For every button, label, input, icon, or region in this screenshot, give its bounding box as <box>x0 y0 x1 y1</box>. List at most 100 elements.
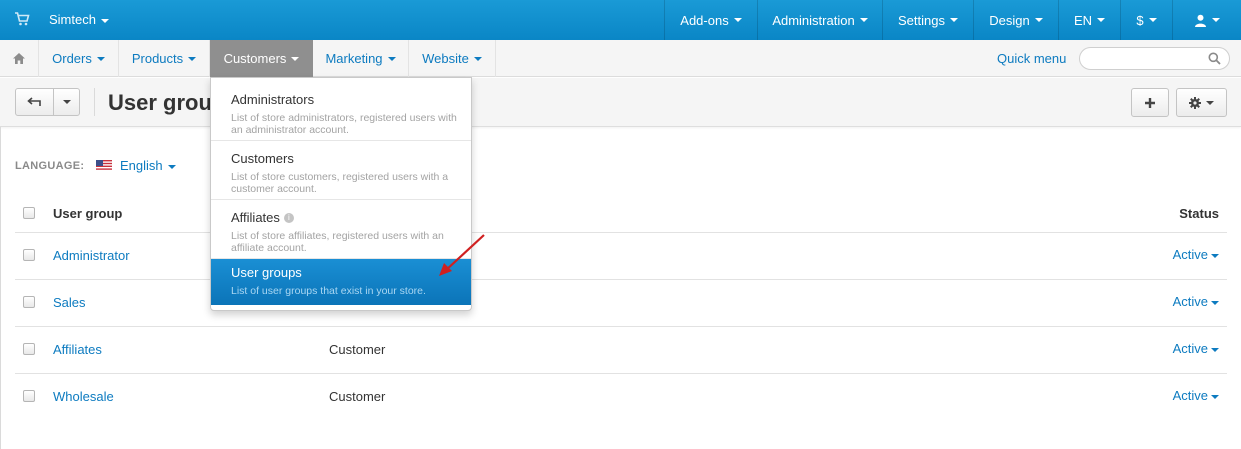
nav-customers[interactable]: Customers <box>210 40 313 77</box>
chevron-down-icon <box>1211 253 1219 258</box>
row-checkbox[interactable] <box>23 343 35 355</box>
status-dropdown[interactable]: Active <box>1173 247 1219 262</box>
search-input[interactable] <box>1090 48 1210 69</box>
status-dropdown[interactable]: Active <box>1173 294 1219 309</box>
user-group-link[interactable]: Wholesale <box>53 389 114 404</box>
topnav-addons[interactable]: Add-ons <box>664 0 757 40</box>
menu-item-description: List of store affiliates, registered use… <box>231 230 444 254</box>
chevron-down-icon <box>1211 394 1219 399</box>
language-value: English <box>120 158 163 173</box>
row-divider <box>15 373 1227 374</box>
chevron-down-icon <box>1097 18 1106 22</box>
topnav-administration-label: Administration <box>772 12 855 28</box>
chevron-down-icon <box>62 100 71 104</box>
quick-menu-link[interactable]: Quick menu <box>997 51 1066 66</box>
chevron-down-icon <box>387 56 396 61</box>
nav-marketing[interactable]: Marketing <box>313 40 409 77</box>
row-divider <box>15 326 1227 327</box>
chevron-down-icon <box>1211 300 1219 305</box>
back-arrow-icon <box>27 97 41 106</box>
us-flag-icon <box>96 160 112 171</box>
menu-item-affiliates[interactable]: Affiliates i List of store affiliates, re… <box>211 200 471 259</box>
topnav-user[interactable] <box>1172 0 1241 40</box>
status-label: Active <box>1172 294 1208 309</box>
chevron-down-icon <box>100 18 109 23</box>
select-all-checkbox[interactable] <box>23 207 35 219</box>
chevron-down-icon <box>96 56 105 61</box>
user-group-link[interactable]: Affiliates <box>53 342 102 357</box>
menu-item-description: List of store customers, registered user… <box>231 171 449 195</box>
back-button[interactable] <box>15 88 54 116</box>
customers-dropdown-menu: Administrators List of store administrat… <box>210 77 472 311</box>
status-label: Active <box>1172 247 1208 262</box>
chevron-down-icon <box>949 18 958 22</box>
nav-orders[interactable]: Orders <box>39 40 119 77</box>
topnav-settings-label: Settings <box>898 12 945 28</box>
topnav-design[interactable]: Design <box>973 0 1058 40</box>
chevron-down-icon <box>1148 18 1157 22</box>
row-checkbox[interactable] <box>23 390 35 402</box>
chevron-down-icon <box>859 18 868 22</box>
topnav-currency[interactable]: $ <box>1120 0 1172 40</box>
user-icon <box>1195 14 1206 27</box>
menu-item-description: List of user groups that exist in your s… <box>231 285 426 297</box>
menu-item-customers[interactable]: Customers List of store customers, regis… <box>211 141 471 200</box>
nav-website-label: Website <box>422 51 469 66</box>
user-group-link[interactable]: Sales <box>53 295 86 310</box>
menu-item-user-groups[interactable]: User groups List of user groups that exi… <box>211 259 471 305</box>
plus-icon <box>1145 97 1155 108</box>
menu-item-title: Affiliates <box>231 210 280 225</box>
status-label: Active <box>1172 388 1208 403</box>
menu-item-title: Administrators <box>231 92 315 107</box>
language-selector[interactable]: English <box>120 158 176 173</box>
chevron-down-icon <box>733 18 742 22</box>
search-icon[interactable] <box>1208 52 1221 65</box>
content-border <box>0 127 1 449</box>
menu-item-title: User groups <box>231 265 302 280</box>
nav-products[interactable]: Products <box>119 40 210 77</box>
settings-dropdown-button[interactable] <box>1176 88 1227 117</box>
main-nav: Orders Products Customers Marketing Webs… <box>0 40 1241 77</box>
chevron-down-icon <box>1211 347 1219 352</box>
menu-item-title-wrap: Affiliates i <box>231 210 294 225</box>
store-switcher[interactable]: Simtech <box>49 12 109 27</box>
nav-marketing-label: Marketing <box>325 51 383 66</box>
page-toolbar: User groups <box>0 78 1241 127</box>
topnav-language[interactable]: EN <box>1058 0 1120 40</box>
nav-website[interactable]: Website <box>409 40 496 77</box>
chevron-down-icon <box>1034 18 1043 22</box>
nav-customers-label: Customers <box>223 51 287 66</box>
chevron-down-icon <box>167 164 176 169</box>
toolbar-divider <box>94 88 95 116</box>
home-button[interactable] <box>0 40 39 77</box>
row-checkbox[interactable] <box>23 249 35 261</box>
column-header-user-group: User group <box>53 206 123 221</box>
nav-orders-label: Orders <box>52 51 92 66</box>
info-icon[interactable]: i <box>283 213 294 223</box>
status-dropdown[interactable]: Active <box>1173 388 1219 403</box>
topnav-settings[interactable]: Settings <box>882 0 973 40</box>
back-dropdown-button[interactable] <box>53 88 80 116</box>
topnav-design-label: Design <box>989 12 1030 28</box>
user-group-type: Customer <box>329 342 386 357</box>
annotation-arrow-icon <box>439 234 485 276</box>
row-checkbox[interactable] <box>23 296 35 308</box>
topnav-addons-label: Add-ons <box>680 12 729 28</box>
menu-item-administrators[interactable]: Administrators List of store administrat… <box>211 82 471 141</box>
store-name: Simtech <box>49 12 96 27</box>
gear-icon <box>1189 96 1201 109</box>
cart-icon[interactable] <box>14 11 30 27</box>
topnav-administration[interactable]: Administration <box>757 0 882 40</box>
language-label: LANGUAGE: <box>15 160 85 172</box>
user-group-type: Customer <box>329 389 386 404</box>
column-header-status: Status <box>1179 206 1219 221</box>
menu-item-title: Customers <box>231 151 294 166</box>
user-group-link[interactable]: Administrator <box>53 248 130 263</box>
search-box <box>1079 47 1230 70</box>
add-user-group-button[interactable] <box>1131 88 1169 117</box>
status-dropdown[interactable]: Active <box>1173 341 1219 356</box>
menu-item-description: List of store administrators, registered… <box>231 112 457 136</box>
status-label: Active <box>1172 341 1208 356</box>
top-bar: Simtech Add-ons Administration Settings … <box>0 0 1241 40</box>
header-divider <box>15 232 1227 233</box>
